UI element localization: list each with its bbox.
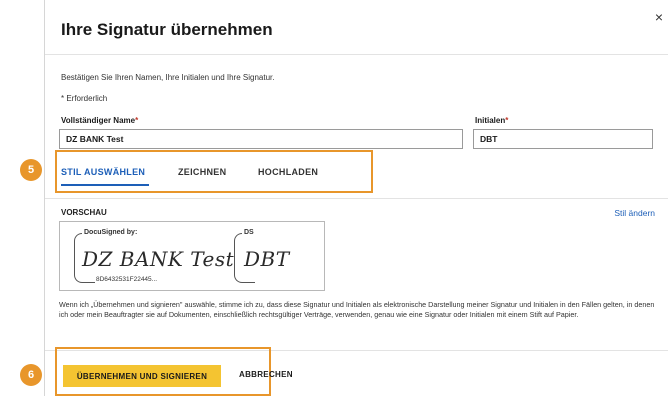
signature-preview[interactable]: DocuSigned by: DZ BANK Test 8D6432531F22… <box>59 221 325 291</box>
signature-caption: DocuSigned by: <box>82 229 140 236</box>
required-marker: * <box>135 116 139 125</box>
initials-label: Initialen* <box>475 116 508 125</box>
signature-handwriting: DZ BANK Test <box>82 247 235 271</box>
change-style-link[interactable]: Stil ändern <box>614 208 655 218</box>
initials-label-text: Initialen <box>475 116 506 125</box>
initials-handwriting: DBT <box>244 247 290 271</box>
required-marker: * <box>505 116 509 125</box>
initials-input[interactable]: DBT <box>473 129 653 149</box>
header-divider <box>45 54 668 55</box>
active-tab-indicator <box>61 184 149 186</box>
adopt-and-sign-button[interactable]: ÜBERNEHMEN UND SIGNIEREN <box>63 365 221 387</box>
dialog-title: Ihre Signatur übernehmen <box>61 20 273 39</box>
tabs-divider <box>45 198 668 199</box>
cancel-button[interactable]: ABBRECHEN <box>239 370 293 379</box>
initials-caption: DS <box>242 229 256 236</box>
preview-label: VORSCHAU <box>61 208 107 217</box>
full-name-label-text: Vollständiger Name <box>61 116 136 125</box>
legal-consent-text: Wenn ich „Übernehmen und signieren" ausw… <box>59 300 655 319</box>
step-badge-5: 5 <box>20 159 42 181</box>
tab-select-style[interactable]: STIL AUSWÄHLEN <box>61 167 145 177</box>
full-name-input[interactable]: DZ BANK Test <box>59 129 463 149</box>
step-badge-6: 6 <box>20 364 42 386</box>
intro-text: Bestätigen Sie Ihren Namen, Ihre Initial… <box>61 73 275 82</box>
signature-hash: 8D6432531F22445... <box>96 276 158 283</box>
full-name-value: DZ BANK Test <box>66 134 124 144</box>
initials-value: DBT <box>480 134 498 144</box>
tab-upload[interactable]: HOCHLADEN <box>258 167 318 177</box>
adopt-signature-dialog: × Ihre Signatur übernehmen Bestätigen Si… <box>44 0 668 396</box>
tab-draw[interactable]: ZEICHNEN <box>178 167 226 177</box>
full-name-label: Vollständiger Name* <box>61 116 138 125</box>
close-icon[interactable]: × <box>655 10 663 24</box>
required-note: * Erforderlich <box>61 94 108 103</box>
